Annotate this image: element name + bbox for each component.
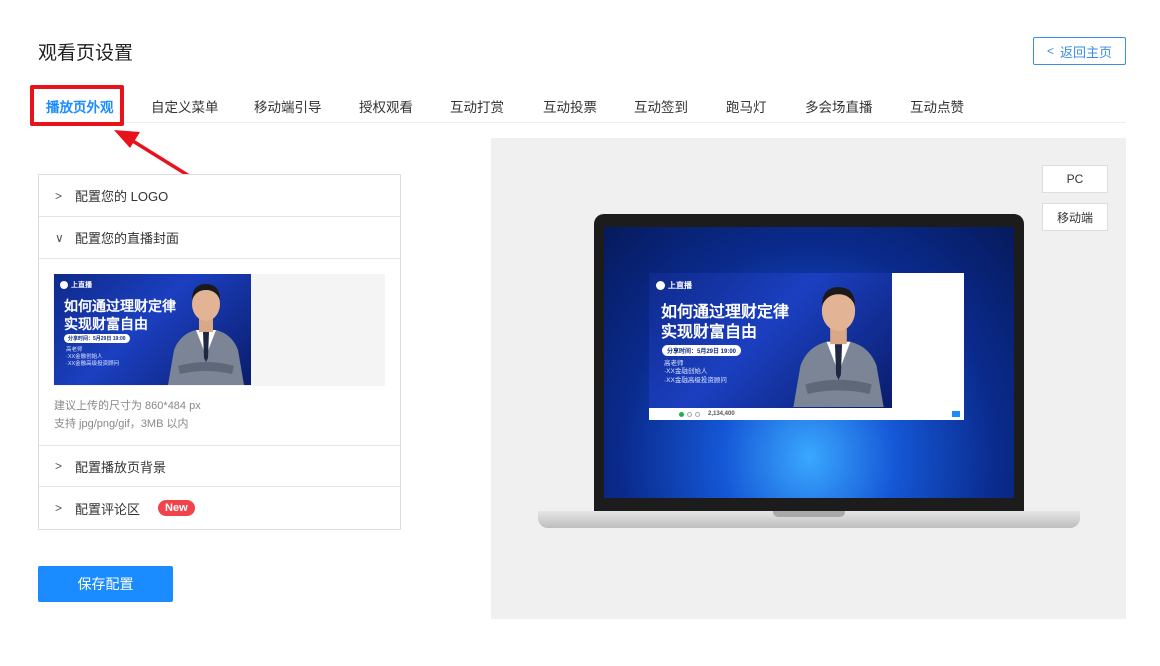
preview-area: PC 移动端 上直播 如何通过理财定律 实现财富自由 分享时间：5月29日 19… xyxy=(491,138,1126,619)
brand-logo: 上直播 xyxy=(656,280,692,291)
preview-video-player: 上直播 如何通过理财定律 实现财富自由 分享时间：5月29日 19:00 高老师… xyxy=(649,273,892,408)
cover-size-hint: 建议上传的尺寸为 860*484 px xyxy=(54,400,201,412)
teacher-info: 高老师 ·XX金融创始人 ·XX金融高级投资顾问 xyxy=(66,347,119,368)
cover-title-line2: 实现财富自由 xyxy=(64,315,148,332)
logo-config-row[interactable]: > 配置您的 LOGO xyxy=(39,175,400,217)
new-badge: New xyxy=(158,500,195,516)
comment-config-label: 配置评论区 xyxy=(75,501,141,517)
active-tab-highlight-box xyxy=(30,85,124,126)
brand-logo-icon xyxy=(656,281,665,290)
comment-config-row[interactable]: > 配置评论区 New xyxy=(39,487,400,529)
page-title: 观看页设置 xyxy=(38,43,134,64)
preview-mobile-button[interactable]: 移动端 xyxy=(1042,203,1108,231)
settings-accordion: > 配置您的 LOGO ∨ 配置您的直播封面 上直播 如何通过理财定律 实现财富… xyxy=(38,174,401,530)
view-count: 2,134,400 xyxy=(708,411,735,417)
chevron-right-icon: > xyxy=(55,188,63,203)
background-config-label: 配置播放页背景 xyxy=(75,459,167,475)
tab-mobile-guide[interactable]: 移动端引导 xyxy=(254,96,322,116)
circle-icon xyxy=(687,411,692,417)
tab-interactive-likes[interactable]: 互动点赞 xyxy=(910,96,964,116)
teacher-role2: ·XX金融高级投资顾问 xyxy=(66,361,120,368)
laptop-screen: 上直播 如何通过理财定律 实现财富自由 分享时间：5月29日 19:00 高老师… xyxy=(604,227,1014,498)
tab-authorized-viewing[interactable]: 授权观看 xyxy=(359,96,413,116)
teacher-role1: ·XX金融创始人 xyxy=(664,368,708,376)
preview-pc-button[interactable]: PC xyxy=(1042,165,1108,193)
back-home-label: 返回主页 xyxy=(1060,44,1113,60)
back-home-button[interactable]: < 返回主页 xyxy=(1033,37,1126,65)
background-config-row[interactable]: > 配置播放页背景 xyxy=(39,445,400,487)
send-button-icon xyxy=(952,411,960,417)
brand-name: 上直播 xyxy=(71,282,92,289)
preview-chat-panel xyxy=(892,273,964,408)
tab-marquee[interactable]: 跑马灯 xyxy=(726,96,767,116)
cover-format-hint: 支持 jpg/png/gif，3MB 以内 xyxy=(54,418,189,430)
presenter-photo xyxy=(793,287,884,408)
share-time-badge: 分享时间：5月29日 19:00 xyxy=(662,345,742,356)
laptop-notch xyxy=(773,511,845,517)
tab-multi-venue-live[interactable]: 多会场直播 xyxy=(805,96,873,116)
cover-title-line2: 实现财富自由 xyxy=(661,324,758,341)
presenter-photo xyxy=(168,284,244,385)
cover-title-line1: 如何通过理财定律 xyxy=(661,304,790,321)
save-config-button[interactable]: 保存配置 xyxy=(38,566,173,602)
brand-name: 上直播 xyxy=(668,281,692,290)
preview-player-bar: 2,134,400 xyxy=(649,408,964,420)
cover-title: 如何通过理财定律 实现财富自由 xyxy=(64,298,176,333)
cover-config-label: 配置您的直播封面 xyxy=(75,231,180,246)
share-time-badge: 分享时间：5月29日 19:00 xyxy=(64,334,130,343)
tab-interactive-checkin[interactable]: 互动签到 xyxy=(634,96,688,116)
chevron-down-icon: ∨ xyxy=(55,230,64,245)
tab-interactive-tipping[interactable]: 互动打赏 xyxy=(450,96,504,116)
chevron-left-icon: < xyxy=(1046,44,1054,58)
cover-image[interactable]: 上直播 如何通过理财定律 实现财富自由 分享时间：5月29日 19:00 高老师… xyxy=(54,274,251,385)
cover-title: 如何通过理财定律 实现财富自由 xyxy=(661,303,789,343)
chevron-right-icon: > xyxy=(55,459,63,473)
brand-logo-icon xyxy=(60,281,68,289)
circle-icon xyxy=(695,411,700,417)
tab-interactive-voting[interactable]: 互动投票 xyxy=(543,96,597,116)
teacher-role2: ·XX金融高级投资顾问 xyxy=(664,376,727,384)
tab-custom-menu[interactable]: 自定义菜单 xyxy=(151,96,219,116)
status-dot-icon xyxy=(679,411,684,417)
cover-config-row[interactable]: ∨ 配置您的直播封面 xyxy=(39,217,400,259)
chevron-right-icon: > xyxy=(55,501,63,515)
tab-bar: 播放页外观 自定义菜单 移动端引导 授权观看 互动打赏 互动投票 互动签到 跑马… xyxy=(38,88,1126,123)
cover-title-line1: 如何通过理财定律 xyxy=(64,298,176,314)
logo-config-label: 配置您的 LOGO xyxy=(75,189,169,204)
brand-logo: 上直播 xyxy=(60,280,92,290)
teacher-info: 高老师 ·XX金融创始人 ·XX金融高级投资顾问 xyxy=(664,360,727,385)
